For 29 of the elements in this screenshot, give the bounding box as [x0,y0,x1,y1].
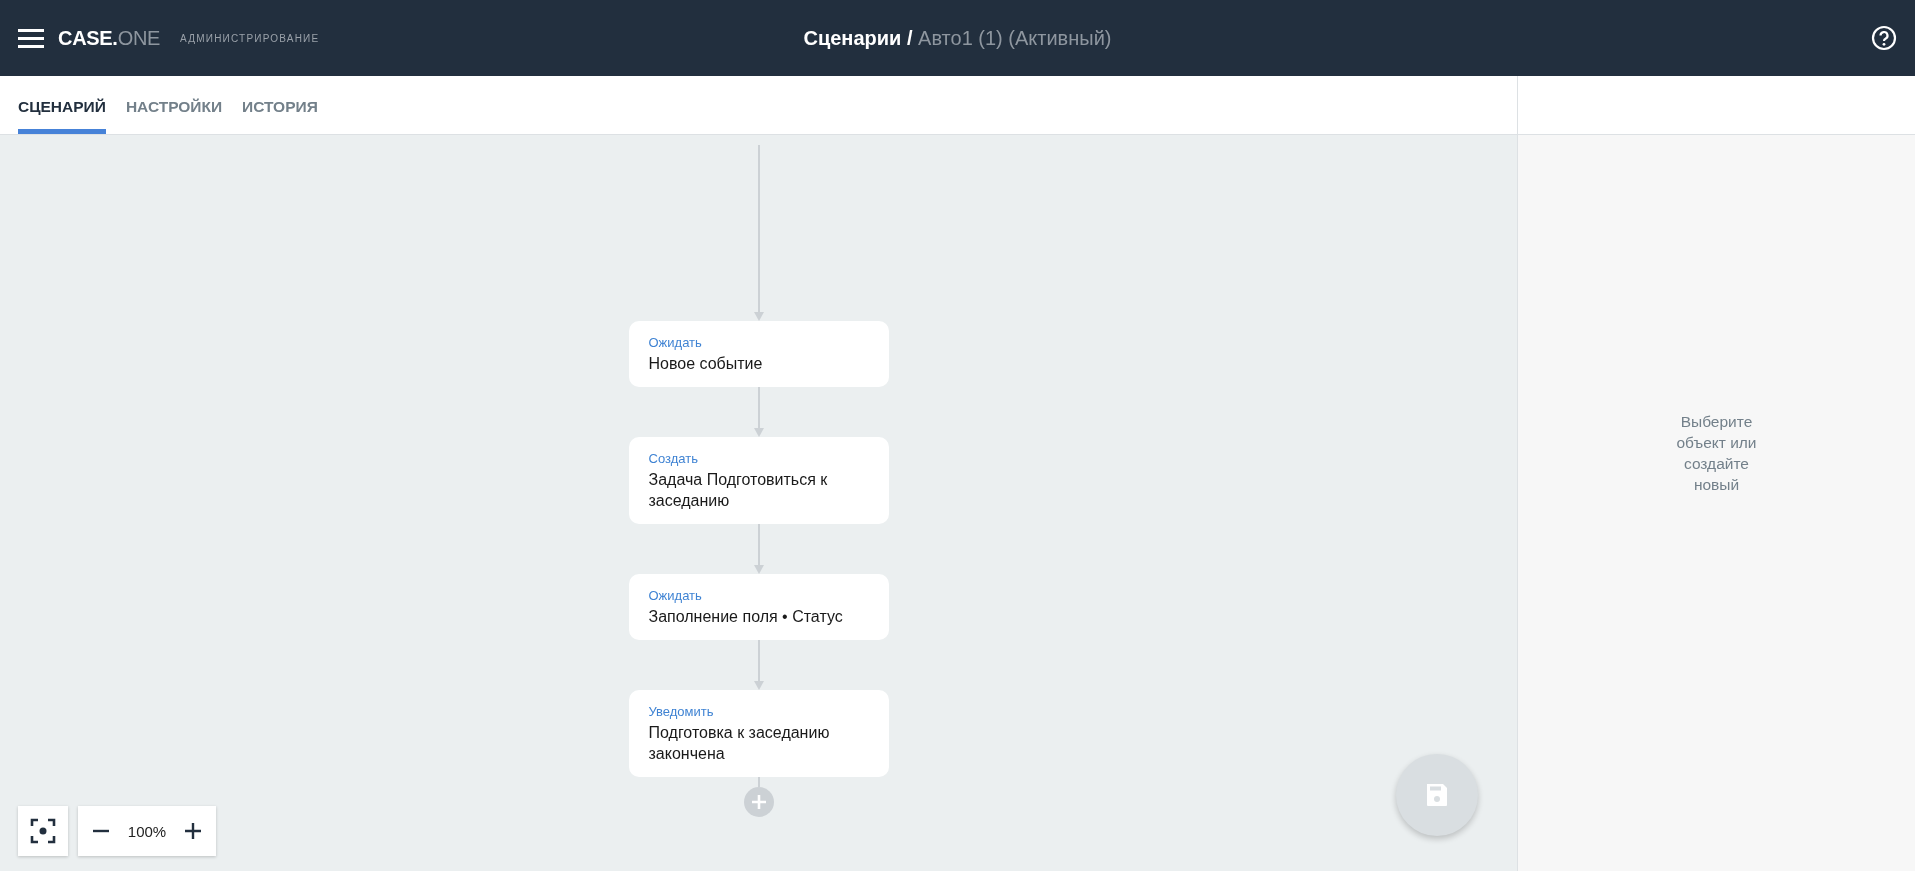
step-text: Подготовка к заседанию закончена [648,723,831,764]
tab[interactable]: ИСТОРИЯ [242,76,318,134]
subtitle: АДМИНИСТРИРОВАНИЕ [180,32,320,44]
connector-arrow [752,387,765,437]
plus-icon [184,822,202,840]
help-icon[interactable] [1871,25,1897,51]
logo-text[interactable]: CASE.ONE [58,26,161,50]
menu-icon[interactable] [18,28,44,48]
step-card[interactable]: Создать Задача Подготовиться к заседанию [628,437,889,524]
step-action: Уведомить [648,704,715,719]
zoom-level: 100% [126,822,168,840]
step-card[interactable]: Ожидать Новое событие [628,321,889,387]
empty-hint: Выберите объект или создайте новый [1675,412,1758,495]
step-action: Создать [648,451,699,466]
step-card[interactable]: Уведомить Подготовка к заседанию закончена [628,690,889,777]
step-text: Новое событие [648,354,764,374]
tab[interactable]: НАСТРОЙКИ [125,76,223,134]
page-title: Сценарии / Авто1 (1) (Активный) [803,26,1112,50]
step-action: Ожидать [648,588,703,603]
fit-view-button[interactable] [18,806,68,856]
connector-arrow [752,640,765,690]
step-text: Заполнение поля • Статус [648,607,844,627]
connector-arrow [752,524,765,574]
minus-icon [92,829,110,833]
step-action: Ожидать [648,335,703,350]
step-text: Задача Подготовиться к заседанию [648,470,829,511]
save-icon [1425,783,1449,807]
focus-icon [30,818,56,844]
step-card[interactable]: Ожидать Заполнение поля • Статус [628,574,889,640]
